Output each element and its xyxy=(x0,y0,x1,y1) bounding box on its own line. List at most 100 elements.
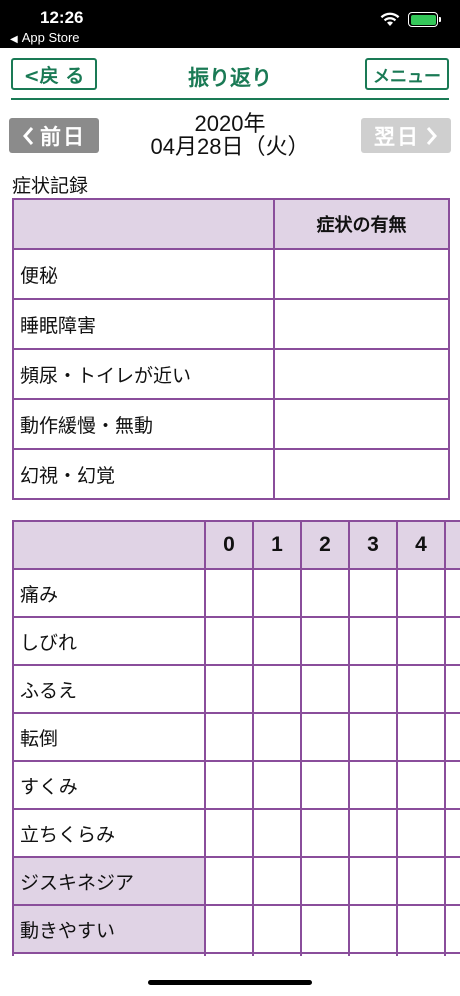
table-row: すくみ xyxy=(12,760,460,810)
severity-select-cell[interactable] xyxy=(348,568,398,618)
symptom-severity-table: 01234 痛み しびれ ふるえ 転倒 すくみ 立ちくらみ ジスキネジア 動きやすい xyxy=(12,520,460,956)
table-row: ふるえ xyxy=(12,664,460,714)
presence-value-cell[interactable] xyxy=(273,298,450,350)
severity-select-cell[interactable] xyxy=(444,856,460,906)
back-to-app-store[interactable]: ◀ App Store xyxy=(10,30,80,45)
presence-value-cell[interactable] xyxy=(273,248,450,300)
symptom-name-cell: 立ちくらみ xyxy=(12,808,206,858)
severity-select-cell[interactable] xyxy=(396,712,446,762)
severity-select-cell[interactable] xyxy=(300,568,350,618)
table-row: 転倒 xyxy=(12,712,460,762)
severity-select-cell[interactable] xyxy=(204,760,254,810)
severity-select-cell[interactable] xyxy=(204,664,254,714)
presence-value-cell[interactable] xyxy=(273,398,450,450)
severity-select-cell[interactable] xyxy=(252,616,302,666)
severity-select-cell[interactable] xyxy=(444,904,460,954)
severity-select-cell[interactable] xyxy=(396,664,446,714)
table-row: 立ちくらみ xyxy=(12,808,460,858)
severity-table-scroll[interactable]: 01234 痛み しびれ ふるえ 転倒 すくみ 立ちくらみ ジスキネジア 動きやすい xyxy=(12,520,460,956)
severity-select-cell[interactable] xyxy=(300,664,350,714)
severity-level-header: 0 xyxy=(204,520,254,570)
severity-level-header: 2 xyxy=(300,520,350,570)
severity-select-cell[interactable] xyxy=(348,712,398,762)
severity-select-cell[interactable] xyxy=(348,856,398,906)
severity-select-cell[interactable] xyxy=(204,712,254,762)
severity-select-cell[interactable] xyxy=(300,760,350,810)
symptom-name-cell: 頻尿・トイレが近い xyxy=(12,348,275,400)
severity-select-cell[interactable] xyxy=(252,808,302,858)
severity-select-cell[interactable] xyxy=(204,856,254,906)
severity-select-cell[interactable] xyxy=(348,760,398,810)
severity-select-cell[interactable] xyxy=(252,664,302,714)
severity-select-cell[interactable] xyxy=(396,856,446,906)
severity-select-cell[interactable] xyxy=(300,808,350,858)
back-arrow-icon: ◀ xyxy=(10,34,18,45)
severity-select-cell[interactable] xyxy=(396,760,446,810)
table-row: 頻尿・トイレが近い xyxy=(12,348,450,400)
severity-select-cell[interactable] xyxy=(444,568,460,618)
severity-select-cell[interactable] xyxy=(444,616,460,666)
severity-select-cell[interactable] xyxy=(252,856,302,906)
severity-select-cell[interactable] xyxy=(396,808,446,858)
symptom-name-cell: 幻視・幻覚 xyxy=(12,448,275,500)
severity-select-cell[interactable] xyxy=(252,760,302,810)
severity-select-cell[interactable] xyxy=(300,712,350,762)
severity-select-cell[interactable] xyxy=(300,952,350,956)
table-header-row: 01234 xyxy=(12,520,460,570)
severity-select-cell[interactable] xyxy=(444,808,460,858)
severity-select-cell[interactable] xyxy=(348,616,398,666)
presence-value-cell[interactable] xyxy=(273,348,450,400)
presence-value-cell[interactable] xyxy=(273,448,450,500)
nav-divider xyxy=(11,98,449,100)
back-app-label: App Store xyxy=(21,30,80,45)
header-blank-cell xyxy=(12,198,275,250)
table-row: 幻視・幻覚 xyxy=(12,448,450,500)
menu-button[interactable]: メニュー xyxy=(365,58,449,90)
severity-select-cell[interactable] xyxy=(300,904,350,954)
severity-select-cell[interactable] xyxy=(348,664,398,714)
status-icons xyxy=(380,12,441,27)
presence-header: 症状の有無 xyxy=(273,198,450,250)
severity-select-cell[interactable] xyxy=(300,856,350,906)
symptom-name-cell xyxy=(12,952,206,956)
severity-select-cell[interactable] xyxy=(204,568,254,618)
status-bar: 12:26 ◀ App Store xyxy=(0,0,460,48)
symptom-name-cell: ジスキネジア xyxy=(12,856,206,906)
table-row: しびれ xyxy=(12,616,460,666)
symptom-name-cell: 痛み xyxy=(12,568,206,618)
date-navigation: 前日 2020年 04月28日（火） 翌日 xyxy=(0,112,460,162)
severity-select-cell[interactable] xyxy=(204,616,254,666)
severity-select-cell[interactable] xyxy=(444,760,460,810)
table-row xyxy=(12,952,460,956)
table-row: 痛み xyxy=(12,568,460,618)
severity-level-header: 1 xyxy=(252,520,302,570)
severity-select-cell[interactable] xyxy=(204,952,254,956)
severity-select-cell[interactable] xyxy=(396,952,446,956)
next-day-button[interactable]: 翌日 xyxy=(361,118,451,153)
severity-level-header: 3 xyxy=(348,520,398,570)
severity-select-cell[interactable] xyxy=(444,952,460,956)
severity-select-cell[interactable] xyxy=(396,568,446,618)
status-time: 12:26 xyxy=(40,8,84,27)
severity-select-cell[interactable] xyxy=(204,904,254,954)
severity-select-cell[interactable] xyxy=(348,808,398,858)
severity-select-cell[interactable] xyxy=(348,904,398,954)
severity-select-cell[interactable] xyxy=(252,712,302,762)
symptom-name-cell: しびれ xyxy=(12,616,206,666)
table-row: ジスキネジア xyxy=(12,856,460,906)
severity-select-cell[interactable] xyxy=(300,616,350,666)
severity-select-cell[interactable] xyxy=(444,664,460,714)
severity-select-cell[interactable] xyxy=(204,808,254,858)
symptom-name-cell: 便秘 xyxy=(12,248,275,300)
severity-select-cell[interactable] xyxy=(444,712,460,762)
severity-select-cell[interactable] xyxy=(396,616,446,666)
severity-select-cell[interactable] xyxy=(396,904,446,954)
symptom-name-cell: すくみ xyxy=(12,760,206,810)
severity-select-cell[interactable] xyxy=(252,568,302,618)
table-row: 動作緩慢・無動 xyxy=(12,398,450,450)
symptom-name-cell: 転倒 xyxy=(12,712,206,762)
severity-select-cell[interactable] xyxy=(252,904,302,954)
battery-charging-icon xyxy=(408,12,441,27)
severity-select-cell[interactable] xyxy=(252,952,302,956)
severity-select-cell[interactable] xyxy=(348,952,398,956)
